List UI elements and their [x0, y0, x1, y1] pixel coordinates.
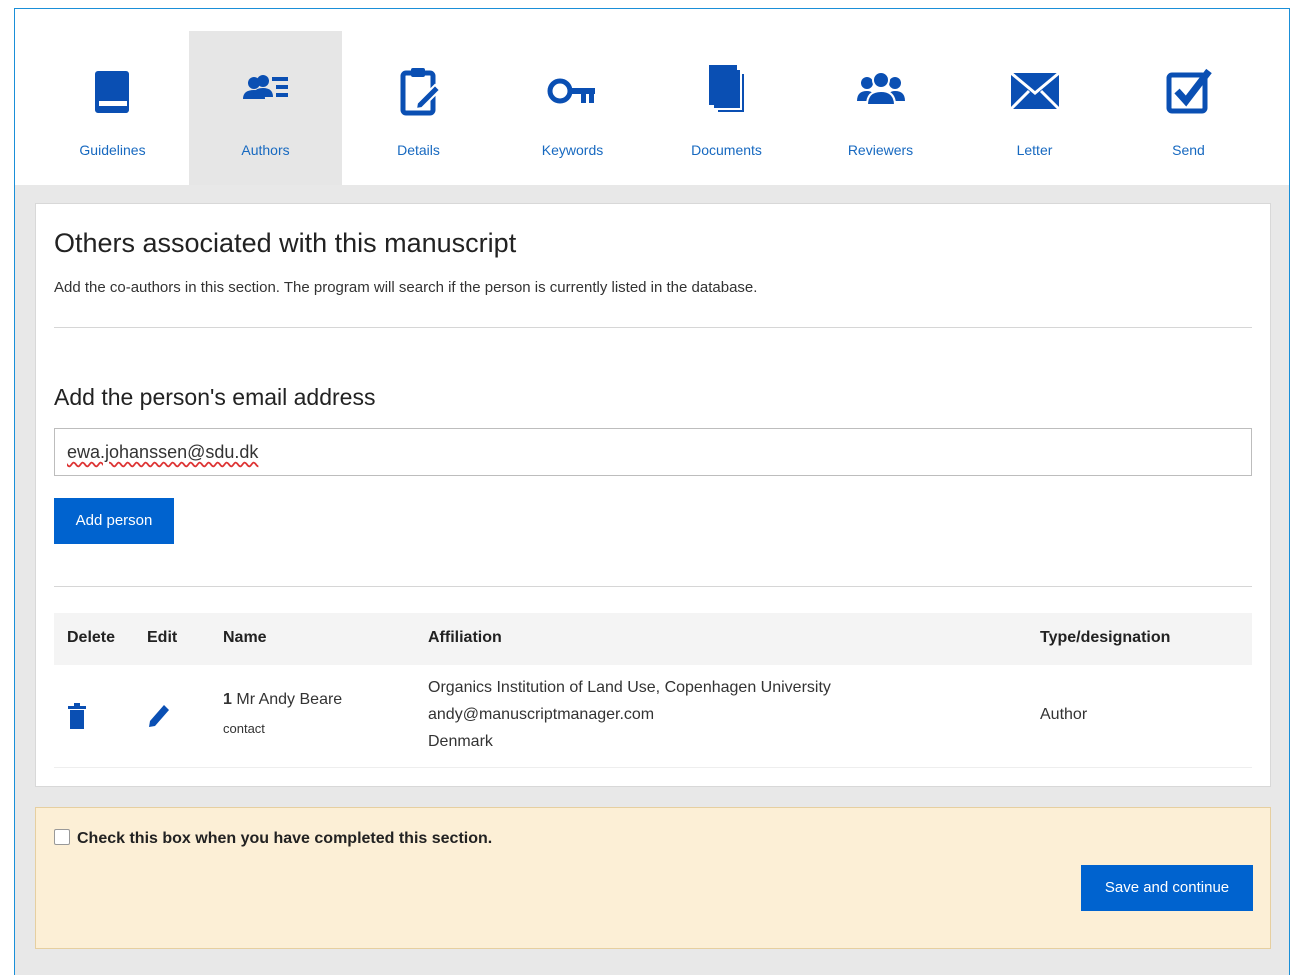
tab-authors[interactable]: Authors — [189, 31, 342, 185]
clipboard-edit-icon — [400, 68, 441, 116]
divider — [54, 586, 1252, 587]
book-icon — [94, 71, 129, 113]
tab-label: Keywords — [541, 142, 604, 158]
documents-icon — [708, 65, 746, 114]
tab-documents[interactable]: Documents — [650, 31, 803, 185]
coauthors-table: Delete Edit Name Affiliation Type/design… — [54, 613, 1252, 768]
tab-reviewers[interactable]: Reviewers — [804, 31, 957, 185]
header-type: Type/designation — [1040, 629, 1171, 646]
section-title: Others associated with this manuscript — [54, 228, 517, 258]
tab-guidelines[interactable]: Guidelines — [36, 31, 189, 185]
coauthors-card: Others associated with this manuscript A… — [35, 203, 1271, 787]
section-description: Add the co-authors in this section. The … — [54, 279, 758, 296]
author-index: 1 — [223, 691, 232, 708]
author-type: Author — [1040, 706, 1088, 723]
header-edit: Edit — [147, 629, 178, 646]
pencil-icon[interactable] — [147, 701, 171, 727]
tab-letter[interactable]: Letter — [958, 31, 1111, 185]
add-person-button[interactable]: Add person — [54, 498, 174, 544]
key-icon — [547, 78, 595, 104]
tab-send[interactable]: Send — [1112, 31, 1265, 185]
envelope-icon — [1009, 71, 1060, 111]
divider — [54, 327, 1252, 328]
affiliation-country: Denmark — [428, 733, 493, 750]
trash-icon[interactable] — [67, 703, 87, 729]
email-label: Add the person's email address — [54, 384, 376, 410]
user-list-icon — [242, 75, 288, 99]
email-value: ewa.johanssen@sdu.dk — [67, 442, 259, 462]
header-delete: Delete — [67, 629, 116, 646]
users-icon — [856, 71, 905, 106]
author-role: contact — [223, 721, 265, 736]
tab-label: Guidelines — [79, 142, 146, 158]
tab-label: Authors — [241, 142, 290, 158]
header-name: Name — [223, 629, 267, 646]
save-and-continue-button[interactable]: Save and continue — [1081, 865, 1253, 911]
tab-keywords[interactable]: Keywords — [496, 31, 649, 185]
tab-label: Documents — [691, 142, 762, 158]
affiliation-org: Organics Institution of Land Use, Copenh… — [428, 679, 831, 696]
tab-label: Reviewers — [847, 142, 914, 158]
affiliation-email: andy@manuscriptmanager.com — [428, 706, 655, 723]
header-affiliation: Affiliation — [428, 629, 502, 646]
tab-label: Details — [397, 142, 440, 158]
completion-panel: Check this box when you have completed t… — [35, 807, 1271, 949]
table-row: 1 Mr Andy Beare contact Organics Institu… — [54, 665, 1252, 768]
tab-label: Letter — [1016, 142, 1053, 158]
section-complete-checkbox[interactable] — [54, 829, 70, 845]
table-header: Delete Edit Name Affiliation Type/design… — [54, 613, 1252, 665]
author-name: Mr Andy Beare — [236, 691, 343, 708]
wizard-tabbar: Guidelines Authors Details Keywords Docu… — [15, 9, 1289, 185]
author-name-cell: 1 Mr Andy Beare — [223, 691, 342, 709]
tab-label: Send — [1172, 142, 1205, 158]
tab-details[interactable]: Details — [342, 31, 495, 185]
checkbox-label: Check this box when you have completed t… — [77, 830, 493, 847]
email-field[interactable]: ewa.johanssen@sdu.dk — [54, 428, 1252, 476]
page-frame: Guidelines Authors Details Keywords Docu… — [14, 8, 1290, 975]
checkbox-icon — [1166, 68, 1212, 114]
